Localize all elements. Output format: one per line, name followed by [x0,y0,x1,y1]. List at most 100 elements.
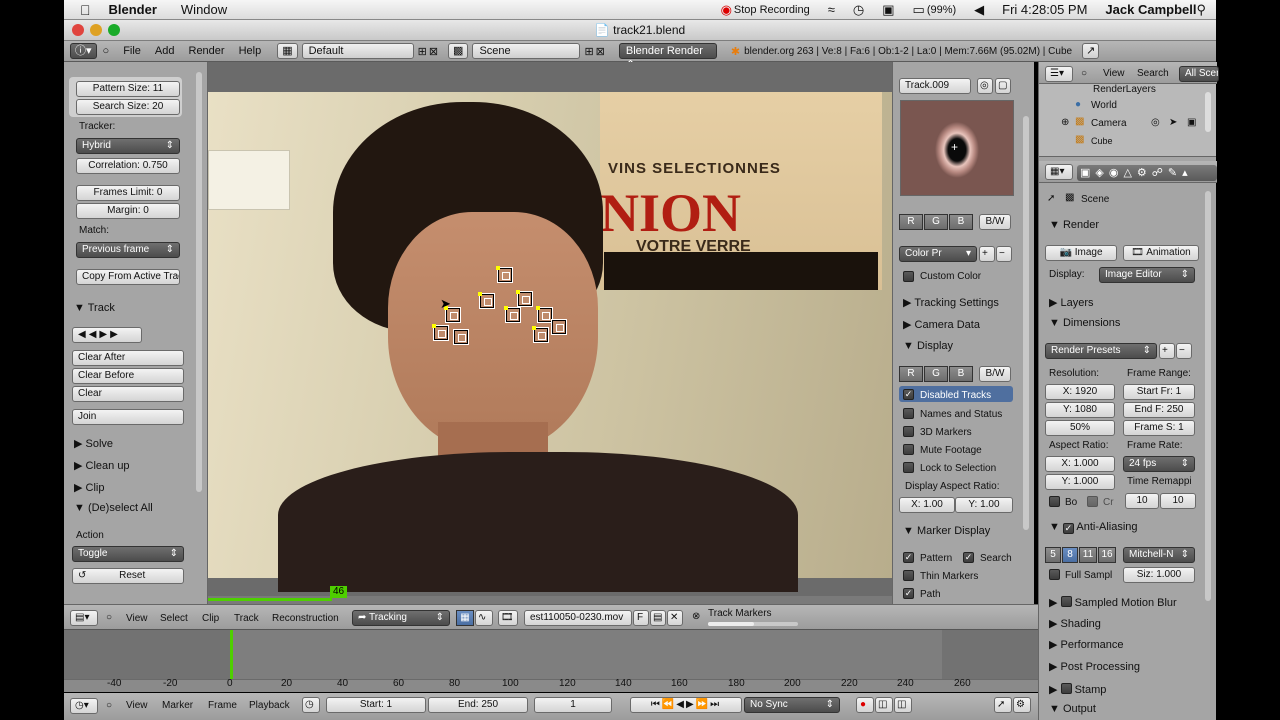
clip-menu-track[interactable]: Track [234,613,259,624]
outliner-scrollbar[interactable] [1205,92,1211,132]
deselect-section-header[interactable]: ▼ (De)select All [74,502,153,514]
timeline-menu-frame[interactable]: Frame [208,700,237,711]
properties-editor-icon[interactable]: ▦▾ [1045,164,1073,180]
timeline-menu-view[interactable]: View [126,700,148,711]
aa-filter-select[interactable]: Mitchell-N ⇕ [1123,547,1195,563]
action-select[interactable]: Toggle ⇕ [72,546,184,562]
clip-editor-type-icon[interactable]: ▤▾ [70,610,98,626]
add-layout-icon[interactable]: ⊞ [418,45,427,58]
record-icon[interactable]: ● [856,697,874,713]
menu-add[interactable]: Add [155,45,175,57]
keying-set-icon[interactable]: ◫ [875,697,893,713]
stop-recording[interactable]: Stop Recording [734,4,810,16]
motion-blur-header[interactable]: ▶ Sampled Motion Blur [1049,595,1177,609]
display-header[interactable]: ▼ Display [903,340,953,352]
add-render-preset-icon[interactable]: + [1159,343,1175,359]
display-icon[interactable]: ▣ [882,2,894,18]
window-menu[interactable]: Window [181,2,227,17]
track-marker[interactable] [533,327,549,343]
track-backward-buttons[interactable]: ◀◀▶▶ [72,327,142,343]
margin-field[interactable]: Margin: 0 [76,203,180,219]
clock[interactable]: Fri 4:28:05 PM [1002,2,1087,17]
remove-scene-icon[interactable]: ⊠ [596,45,605,58]
res-percent-field[interactable]: 50% [1045,420,1115,436]
end-frame-field[interactable]: End F: 250 [1123,402,1195,418]
menu-file[interactable]: File [123,45,141,57]
track-marker[interactable] [497,267,513,283]
fake-user-toggle[interactable]: F [633,610,649,626]
scene-icon[interactable]: ▩ [448,43,469,59]
timemachine-icon[interactable]: ◷ [853,2,864,18]
full-sample-checkbox[interactable] [1049,569,1060,580]
clear-button[interactable]: Clear [72,386,184,402]
clear-after-button[interactable]: Clear After [72,350,184,366]
aspect-y-field[interactable]: Y: 1.000 [1045,474,1115,490]
timeline[interactable] [64,630,1038,692]
track-marker[interactable] [517,291,533,307]
start-frame-field[interactable]: Start: 1 [326,697,426,713]
timeline-collapse-icon[interactable]: ○ [106,700,112,711]
aa-samples-5[interactable]: 5 [1045,547,1061,563]
anti-aliasing-checkbox[interactable]: ✓ [1062,523,1074,534]
marker-display-header[interactable]: ▼ Marker Display [903,525,990,537]
reset-button[interactable]: ↺ Reset [72,568,184,584]
spotlight-icon[interactable]: ⚲ [1196,2,1206,18]
close-window-icon[interactable] [72,24,84,36]
stamp-header[interactable]: ▶ Stamp [1049,682,1106,696]
tracking-settings-header[interactable]: ▶ Tracking Settings [903,296,999,309]
post-processing-header[interactable]: ▶ Post Processing [1049,660,1140,673]
clip-menu-view[interactable]: View [126,613,148,624]
open-folder-icon[interactable]: ▤ [650,610,666,626]
track-lock-icon[interactable]: ▢ [995,78,1011,94]
crop-checkbox[interactable] [1087,496,1098,507]
pin-icon[interactable]: ➚ [1047,193,1055,204]
names-status-checkbox[interactable] [903,408,914,419]
shading-header[interactable]: ▶ Shading [1049,617,1101,630]
display-select[interactable]: Image Editor ⇕ [1099,267,1195,283]
render-image-button[interactable]: 📷 Image [1045,245,1117,261]
outliner-filter-select[interactable]: All Scenes [1179,66,1219,82]
markers-3d-checkbox[interactable] [903,426,914,437]
outliner-item-cube[interactable]: Cube [1091,136,1113,146]
remove-layout-icon[interactable]: ⊠ [429,45,438,58]
layout-field[interactable]: Default [301,43,414,59]
apple-icon[interactable]:  [80,2,91,18]
aa-samples-16[interactable]: 16 [1098,547,1116,563]
display-bw-toggle[interactable]: B/W [979,366,1011,382]
disabled-tracks-checkbox[interactable]: ✓ [903,389,914,400]
cleanup-section-header[interactable]: ▶ Clean up [74,459,130,472]
outliner-collapse-icon[interactable]: ○ [1081,68,1087,79]
track-marker[interactable] [479,293,495,309]
movie-clip-icon[interactable]: 🎞 [498,610,518,626]
scene-field[interactable]: Scene [472,43,581,59]
motion-blur-checkbox[interactable] [1060,596,1072,607]
search-checkbox[interactable]: ✓ [963,552,974,563]
clip-collapse-icon[interactable]: ○ [106,612,112,623]
track-section-header[interactable]: ▼ Track [74,302,115,314]
clip-name-field[interactable]: est110050-0230.mov [524,610,632,626]
aspect-x-field[interactable]: X: 1.000 [1045,456,1115,472]
layers-section-header[interactable]: ▶ Layers [1049,296,1094,309]
expand-icon[interactable]: ⊕ [1061,117,1069,128]
stamp-checkbox[interactable] [1060,683,1072,694]
track-markers-icon[interactable]: ⊗ [692,611,700,622]
clip-menu-clip[interactable]: Clip [202,613,219,624]
outliner-item-camera[interactable]: Camera [1091,118,1127,129]
app-menu[interactable]: Blender [109,2,157,17]
filter-size-field[interactable]: Siz: 1.000 [1123,567,1195,583]
battery-icon[interactable]: ▭ [913,2,925,18]
clip-menu-select[interactable]: Select [160,613,188,624]
outliner-editor-icon[interactable]: ☰▾ [1045,66,1073,82]
aa-samples-8[interactable]: 8 [1062,547,1078,563]
volume-icon[interactable]: ◀ [974,2,984,18]
wifi-icon[interactable]: ≈ [828,2,835,17]
pattern-checkbox[interactable]: ✓ [903,552,914,563]
toolshelf-scrollbar[interactable] [196,72,202,492]
outliner-search-menu[interactable]: Search [1137,68,1169,79]
remap-new-field[interactable]: 10 [1160,493,1196,509]
solve-section-header[interactable]: ▶ Solve [74,437,113,450]
editor-type-info-icon[interactable]: ⓘ▾ [70,43,97,59]
camera-select-icon[interactable]: ➤ [1169,117,1177,128]
anti-aliasing-header[interactable]: ▼ ✓ Anti-Aliasing [1049,521,1138,534]
track-marker[interactable] [505,307,521,323]
